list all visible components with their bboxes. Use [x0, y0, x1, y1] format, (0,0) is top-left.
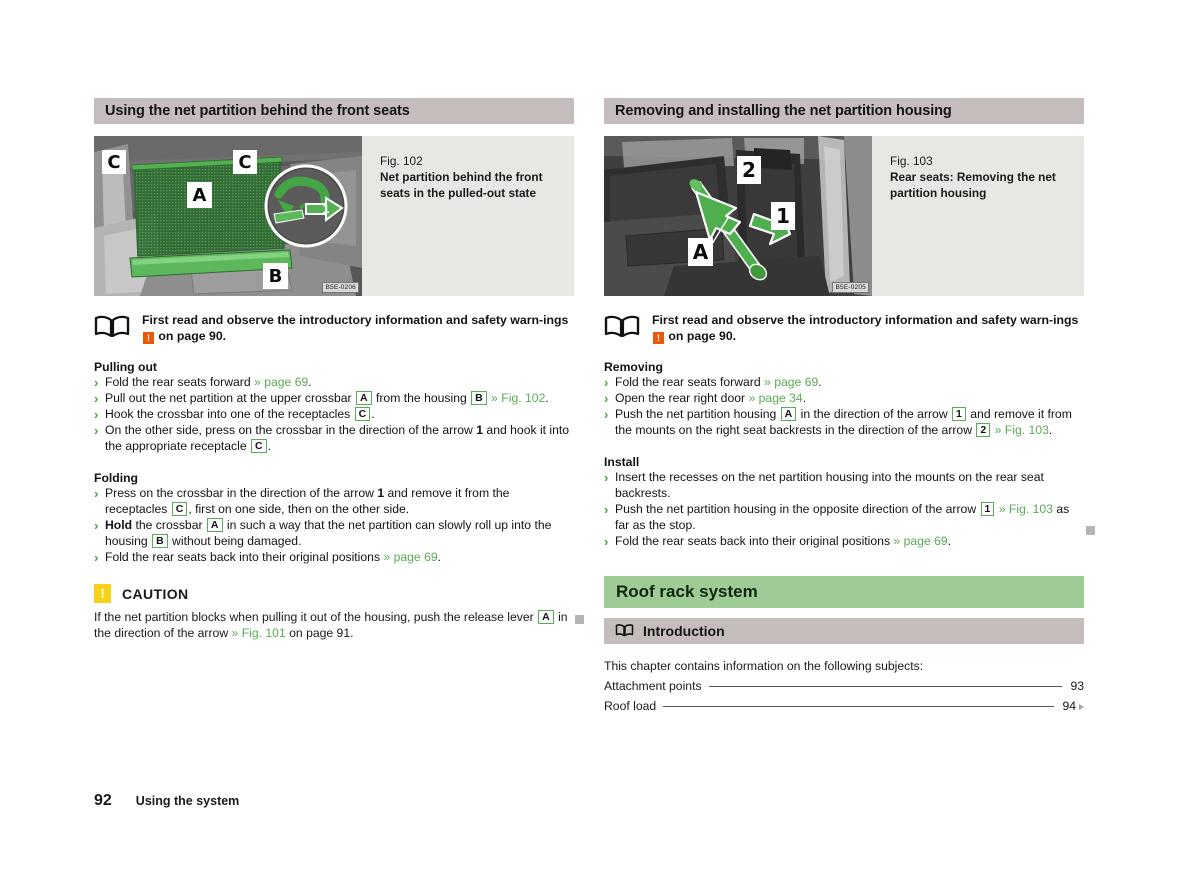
warning-badge-icon: ! — [143, 332, 154, 345]
toc-row-attachment-points[interactable]: Attachment points 93 — [604, 679, 1084, 693]
list-item: Fold the rear seats forward » page 69. — [604, 374, 1084, 391]
book-icon — [604, 310, 642, 343]
figure-callout-a: A — [187, 182, 212, 208]
figure-callout-2: 2 — [737, 156, 761, 184]
figure-callout-c-right: C — [233, 150, 257, 174]
figure-image-102: 1 C C A B B5E-0206 — [94, 136, 362, 296]
end-of-section-marker-right — [1086, 526, 1095, 535]
section-header-left: Using the net partition behind the front… — [94, 98, 574, 124]
note-text-after-right: on page 90. — [668, 329, 737, 344]
chapter-title: Roof rack system — [616, 582, 758, 602]
page-footer: 92 Using the system — [94, 792, 239, 810]
note-text-left: First read and observe the introductory … — [142, 310, 574, 345]
caution-body: If the net partition blocks when pulling… — [94, 610, 568, 641]
procedure-title-install: Install — [604, 455, 640, 470]
running-title: Using the system — [135, 794, 240, 808]
list-item: Insert the recesses on the net partition… — [604, 469, 1084, 502]
note-text-before-left: First read and observe the introductory … — [142, 313, 569, 327]
figure-callout-a-103: A — [688, 238, 713, 266]
toc-page-number: 93 — [1070, 679, 1084, 694]
note-block-left: First read and observe the introductory … — [94, 310, 574, 345]
book-small-icon — [615, 623, 634, 640]
figure-block-103: 2 1 A B5E-0205 Fig. 103 Rear seats: Remo… — [604, 136, 1084, 296]
list-item: Push the net partition housing A in the … — [604, 406, 1084, 439]
figure-caption-102: Fig. 102 Net partition behind the front … — [362, 136, 574, 296]
subsection-bar-introduction: Introduction — [604, 618, 1084, 645]
list-item: Press on the crossbar in the direction o… — [94, 485, 574, 518]
list-item: Push the net partition housing in the op… — [604, 501, 1084, 534]
section-header-left-label: Using the net partition behind the front… — [105, 103, 410, 119]
svg-text:1: 1 — [322, 203, 330, 216]
figure-title-102: Net partition behind the front seats in … — [380, 169, 543, 200]
caution-header: ! CAUTION — [94, 584, 574, 604]
caution-icon: ! — [94, 584, 111, 604]
subsection-label: Introduction — [643, 623, 725, 640]
figure-callout-b: B — [263, 263, 288, 289]
figure-callout-1: 1 — [771, 202, 795, 230]
right-column: Removing and installing the net partitio… — [604, 98, 1084, 713]
procedure-title-pulling-out: Pulling out — [94, 360, 157, 375]
toc-page-number: 94 — [1062, 699, 1076, 714]
figure-callout-c-left: C — [102, 150, 126, 174]
figure-caption-103: Fig. 103 Rear seats: Removing the net pa… — [872, 136, 1084, 296]
book-icon — [94, 310, 132, 343]
procedure-steps-install: Insert the recesses on the net partition… — [604, 469, 1084, 550]
note-block-right: First read and observe the introductory … — [604, 310, 1084, 345]
figure-watermark-102: B5E-0206 — [322, 282, 359, 293]
figure-block-102: 1 C C A B B5E-0206 Fig. 102 Net partitio… — [94, 136, 574, 296]
list-item: Pull out the net partition at the upper … — [94, 390, 574, 407]
procedure-steps-removing: Fold the rear seats forward » page 69. O… — [604, 374, 1084, 439]
list-item: On the other side, press on the crossbar… — [94, 422, 574, 455]
list-item: Hook the crossbar into one of the recept… — [94, 406, 574, 423]
figure-image-103: 2 1 A B5E-0205 — [604, 136, 872, 296]
procedure-title-folding: Folding — [94, 471, 138, 486]
end-of-section-marker-left — [575, 615, 584, 624]
toc-row-roof-load[interactable]: Roof load 94 — [604, 699, 1084, 713]
figure-number-103: Fig. 103 — [890, 154, 933, 168]
list-item: Hold the crossbar A in such a way that t… — [94, 517, 574, 550]
list-item: Fold the rear seats back into their orig… — [604, 533, 1084, 550]
page-number: 92 — [94, 792, 112, 809]
list-item: Open the rear right door » page 34. — [604, 390, 1084, 407]
continuation-arrow-icon — [1079, 704, 1084, 711]
procedure-title-removing: Removing — [604, 360, 663, 375]
warning-badge-icon: ! — [653, 332, 664, 345]
figure-number-102: Fig. 102 — [380, 154, 423, 168]
left-column: Using the net partition behind the front… — [94, 98, 574, 642]
note-text-right: First read and observe the introductory … — [652, 310, 1084, 345]
toc-leader-line — [663, 706, 1055, 708]
note-text-after-left: on page 90. — [158, 329, 227, 344]
procedure-steps-folding: Press on the crossbar in the direction o… — [94, 485, 574, 566]
toc-label: Roof load — [604, 699, 657, 714]
section-header-right-label: Removing and installing the net partitio… — [615, 103, 952, 119]
figure-title-103: Rear seats: Removing the net partition h… — [890, 169, 1056, 200]
note-text-before-right: First read and observe the introductory … — [652, 313, 1079, 327]
list-item: Fold the rear seats back into their orig… — [94, 549, 574, 566]
section-header-right: Removing and installing the net partitio… — [604, 98, 1084, 124]
toc-leader-line — [708, 686, 1063, 688]
manual-page: Using the net partition behind the front… — [0, 0, 1200, 876]
procedure-steps-pulling-out: Fold the rear seats forward » page 69. P… — [94, 374, 574, 455]
figure-watermark-103: B5E-0205 — [832, 282, 869, 293]
toc-label: Attachment points — [604, 679, 702, 694]
toc-intro-text: This chapter contains information on the… — [604, 659, 924, 674]
chapter-title-bar: Roof rack system — [604, 576, 1084, 609]
caution-label: CAUTION — [122, 585, 189, 602]
list-item: Fold the rear seats forward » page 69. — [94, 374, 574, 391]
